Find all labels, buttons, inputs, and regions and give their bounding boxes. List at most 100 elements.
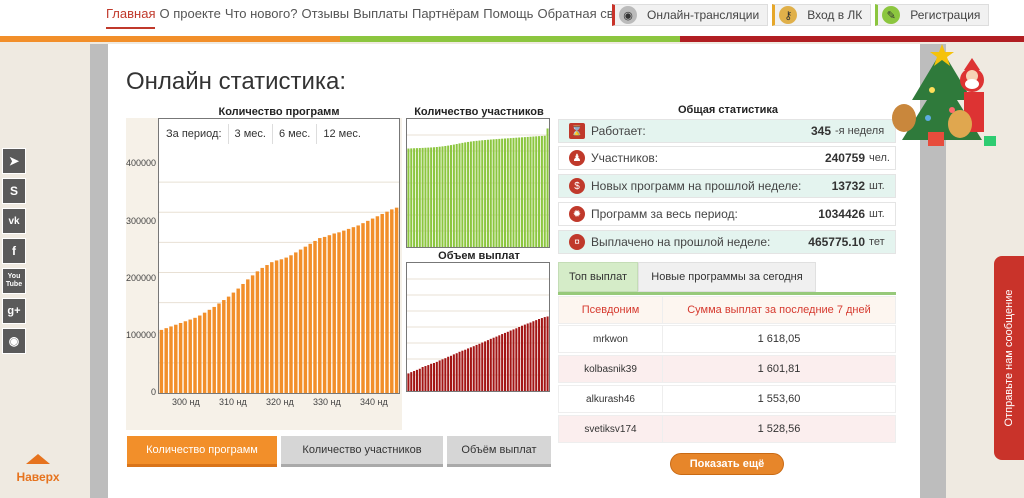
participants-bar	[464, 142, 467, 247]
y-tick-label: 300000	[125, 216, 156, 226]
programs-bar	[366, 220, 370, 393]
vk-icon[interactable]: vk	[2, 208, 26, 234]
key-icon: ⚷	[779, 6, 798, 24]
arrow-up-icon	[26, 454, 50, 464]
participants-bar	[427, 147, 430, 247]
tab-payouts[interactable]: Объём выплат	[447, 436, 551, 467]
programs-bar	[212, 306, 216, 393]
bulb-icon: ✹	[569, 206, 585, 222]
register-button[interactable]: ✎ Регистрация	[875, 4, 990, 26]
tab-programs[interactable]: Количество программ	[127, 436, 277, 467]
show-more-button[interactable]: Показать ещё	[670, 453, 784, 475]
payouts-bar	[418, 368, 421, 391]
tab-participants[interactable]: Количество участников	[281, 436, 443, 467]
row-nickname: kolbasnik39	[559, 356, 663, 382]
top-tabs: Топ выплат Новые программы за сегодня	[558, 262, 816, 292]
participants-bar	[458, 143, 461, 247]
payouts-bar	[523, 324, 526, 391]
stat-unit: тет	[869, 236, 885, 248]
payouts-bar	[506, 331, 509, 391]
payouts-bar	[484, 341, 487, 391]
period-6m-button[interactable]: 6 мес.	[273, 124, 318, 144]
top-bar: Главная О проекте Что нового? Отзывы Вып…	[0, 0, 1024, 36]
tab-top-payouts[interactable]: Топ выплат	[558, 262, 638, 292]
rss-icon[interactable]: ◉	[2, 328, 26, 354]
programs-bar	[361, 223, 365, 393]
youtube-icon[interactable]: You Tube	[2, 268, 26, 294]
participants-bar	[461, 142, 464, 247]
feedback-tab[interactable]: Отправьте нам сообщение	[994, 256, 1024, 460]
nav-item-whats-new[interactable]: Что нового?	[225, 6, 298, 29]
programs-bar	[183, 321, 188, 393]
x-tick-label: 300 нд	[172, 397, 200, 407]
payouts-bar	[469, 347, 472, 391]
row-nickname: mrkwon	[559, 326, 663, 352]
payouts-bar	[413, 371, 416, 391]
google-plus-icon[interactable]: g+	[2, 298, 26, 324]
row-amount: 1 618,05	[757, 333, 801, 345]
nav-item-partners[interactable]: Партнёрам	[412, 6, 479, 29]
programs-bar	[370, 218, 375, 393]
stat-label: Работает:	[591, 124, 646, 138]
participants-bar	[430, 147, 433, 247]
payouts-bar	[438, 360, 441, 391]
participants-bar	[509, 138, 512, 247]
payouts-bar	[427, 365, 430, 391]
online-broadcasts-label: Онлайн-трансляции	[647, 8, 760, 22]
participants-bar	[495, 139, 498, 247]
people-icon: ♟	[569, 150, 585, 166]
payouts-bar-chart	[407, 278, 549, 391]
back-to-top-button[interactable]: Наверх	[10, 454, 66, 486]
row-nickname: svetiksv174	[559, 416, 663, 442]
participants-bar	[486, 139, 489, 247]
table-row: mrkwon 1 618,05	[558, 325, 896, 353]
nav-item-payouts[interactable]: Выплаты	[353, 6, 408, 29]
programs-bar	[236, 288, 240, 393]
payouts-bar	[518, 327, 521, 391]
telegram-icon[interactable]: ➤	[2, 148, 26, 174]
stat-value: 240759	[824, 151, 865, 165]
programs-bar	[332, 233, 336, 393]
participants-bar	[498, 138, 501, 247]
payouts-bar	[447, 356, 450, 391]
programs-bar	[327, 235, 332, 393]
nav-item-reviews[interactable]: Отзывы	[301, 6, 349, 29]
color-stripe-green	[340, 36, 680, 42]
programs-bar	[188, 319, 192, 393]
nav-item-help[interactable]: Помощь	[483, 6, 533, 29]
skype-icon[interactable]: S	[2, 178, 26, 204]
programs-bar	[337, 232, 341, 393]
page-title: Онлайн статистика:	[126, 68, 346, 95]
column-header-nickname: Псевдоним	[559, 297, 663, 323]
participants-bar	[538, 136, 541, 247]
tab-new-programs-today[interactable]: Новые программы за сегодня	[638, 262, 816, 292]
participants-bar	[467, 141, 470, 247]
payouts-bar	[458, 351, 461, 391]
login-button[interactable]: ⚷ Вход в ЛК	[772, 4, 872, 26]
payouts-bar	[515, 328, 518, 391]
table-row: kolbasnik39 1 601,81	[558, 355, 896, 383]
payouts-bar	[481, 342, 484, 391]
payouts-bar	[486, 340, 489, 391]
online-broadcasts-button[interactable]: ◉ Онлайн-трансляции	[612, 4, 769, 26]
payouts-bar	[512, 329, 515, 391]
programs-bar	[279, 259, 284, 393]
table-row: svetiksv174 1 528,56	[558, 415, 896, 443]
period-12m-button[interactable]: 12 мес.	[317, 124, 367, 144]
register-label: Регистрация	[910, 8, 981, 22]
programs-bar	[226, 296, 231, 393]
programs-bar	[390, 209, 394, 393]
user-add-icon: ✎	[882, 6, 901, 24]
facebook-icon[interactable]: f	[2, 238, 26, 264]
payouts-bar	[498, 335, 501, 391]
participants-bar	[472, 141, 475, 247]
nav-item-home[interactable]: Главная	[106, 6, 156, 29]
payouts-bar	[495, 336, 498, 391]
participants-bar	[506, 138, 509, 247]
nav-item-about[interactable]: О проекте	[159, 6, 220, 29]
programs-bar	[356, 225, 360, 393]
period-3m-button[interactable]: 3 мес.	[229, 124, 273, 144]
participants-bar	[415, 148, 418, 247]
feedback-label: Отправьте нам сообщение	[1003, 289, 1015, 427]
payouts-bar	[526, 323, 529, 391]
